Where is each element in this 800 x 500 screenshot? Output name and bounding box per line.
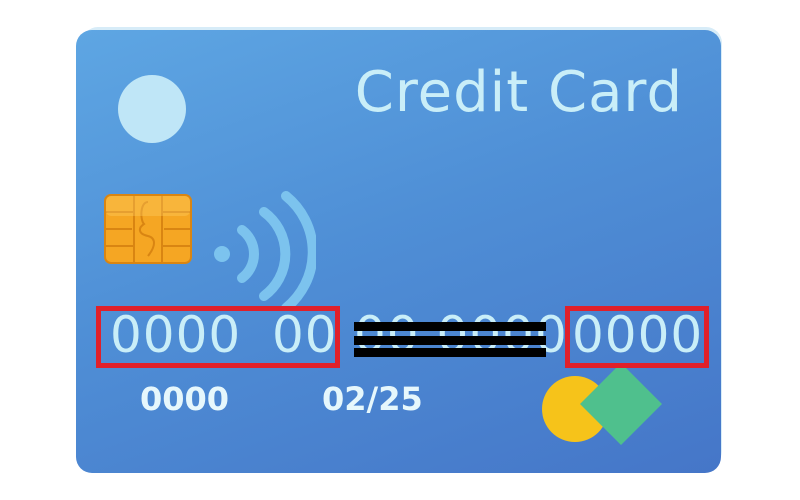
chip-icon: [104, 194, 192, 264]
redaction-bar: [354, 336, 546, 345]
redaction-bar: [354, 348, 546, 357]
highlight-box-right: [565, 306, 709, 368]
card-expiry: 02/25: [322, 380, 423, 418]
highlight-box-left: [96, 306, 340, 368]
card-code: 0000: [140, 380, 230, 418]
card-circle-decoration: [118, 75, 186, 143]
contactless-icon: [214, 191, 316, 310]
card-title: Credit Card: [354, 60, 683, 125]
redaction-bar: [354, 322, 546, 331]
credit-card: Credit Card 0000 00 00 0000 0000 0000 02…: [76, 30, 721, 473]
